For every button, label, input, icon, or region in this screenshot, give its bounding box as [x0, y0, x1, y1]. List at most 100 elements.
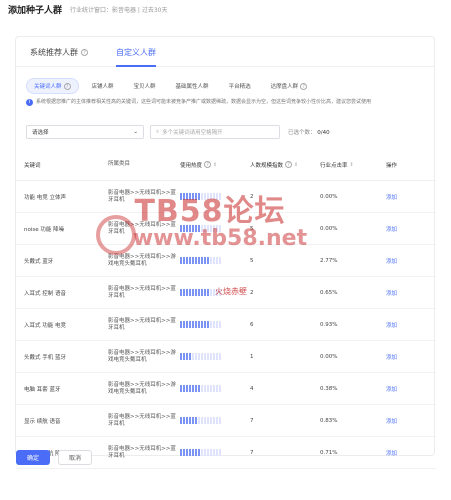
heat-bar-segment	[210, 353, 212, 360]
heat-bar-segment	[189, 321, 191, 328]
row-share: 0.65%	[320, 289, 338, 296]
dialog-header: 添加种子人群 行业统计窗口：影音电器 | 过去30天	[0, 0, 451, 18]
cancel-button[interactable]: 取消	[58, 449, 92, 465]
tab-label: 系统推荐人群	[30, 48, 78, 57]
row-size: 1	[250, 353, 254, 360]
heat-bar-segment	[213, 417, 215, 424]
add-button[interactable]: 添加	[382, 353, 422, 361]
subtab-platform[interactable]: 平台精选	[222, 78, 258, 94]
chevron-down-icon: ⌄	[133, 129, 138, 135]
watermark-url: www.tb58.net	[132, 226, 308, 251]
add-button[interactable]: 添加	[382, 289, 422, 297]
subtab-shop[interactable]: 店铺人群	[85, 78, 121, 94]
heat-bar-segment	[210, 289, 212, 296]
table-header: 关键词 所属类目 使用热度? ⇕ 人数规模指数? ⇕ 行业点击率 ⇕ 操作	[16, 149, 436, 181]
heat-bar-segment	[216, 257, 218, 264]
dialog-footer: 确定 取消	[0, 446, 451, 468]
notice-text: 系统根据您推广的主体推荐相关性高的关键词，这些词可能未被竞争产推广或数据稀疏，数…	[36, 99, 372, 105]
subtab-item[interactable]: 宝贝人群	[127, 78, 163, 94]
subtab-label: 关键词人群	[34, 84, 62, 90]
row-size: 2	[250, 289, 254, 296]
watermark-author: 火烧赤壁	[215, 287, 247, 296]
heat-bar-segment	[180, 289, 182, 296]
heat-bar-segment	[198, 257, 200, 264]
row-share: 0.00%	[320, 353, 338, 360]
add-button[interactable]: 添加	[382, 321, 422, 329]
add-button[interactable]: 添加	[382, 385, 422, 393]
heat-bar-segment	[192, 385, 194, 392]
heat-bar-segment	[180, 257, 182, 264]
heat-bar-segment	[201, 353, 203, 360]
add-button[interactable]: 添加	[382, 225, 422, 233]
sort-icon[interactable]: ⇕	[213, 162, 217, 168]
help-icon[interactable]: ?	[285, 161, 293, 168]
help-icon[interactable]: ?	[300, 82, 308, 90]
table-row: 头戴式 手机 蓝牙 影音电器>>无线耳机>>游戏电竞头戴耳机 1 0.00% 添加	[16, 341, 436, 373]
category-select[interactable]: 请选择 ⌄	[26, 125, 144, 139]
subtab-label: 基础属性人群	[175, 84, 209, 90]
heat-bar-segment	[201, 321, 203, 328]
col-size[interactable]: 人数规模指数? ⇕	[248, 161, 320, 169]
tab-recommended[interactable]: 系统推荐人群 ?	[30, 47, 88, 66]
heat-bar-segment	[183, 353, 185, 360]
add-button[interactable]: 添加	[382, 257, 422, 265]
confirm-button[interactable]: 确定	[16, 449, 50, 465]
heat-bar-segment	[195, 289, 197, 296]
subtab-basic-attr[interactable]: 基础属性人群	[169, 78, 216, 94]
add-button[interactable]: 添加	[382, 193, 422, 201]
heat-bar-segment	[186, 289, 188, 296]
heat-bar-segment	[183, 385, 185, 392]
col-heat[interactable]: 使用热度? ⇕	[180, 161, 248, 169]
dialog-title: 添加种子人群	[8, 5, 63, 16]
keyword-search-input[interactable]: ⌕ 多个关键词请用空格隔开	[150, 125, 280, 139]
sort-icon[interactable]: ⇕	[350, 162, 354, 168]
heat-bar-segment	[180, 321, 182, 328]
heat-bar-segment	[195, 353, 197, 360]
col-heat-label: 使用热度	[180, 162, 203, 169]
subtab-label: 宝贝人群	[133, 84, 156, 90]
heat-bar-segment	[213, 353, 215, 360]
heat-bar-segment	[219, 353, 221, 360]
help-icon[interactable]: ?	[204, 161, 212, 168]
heat-bar-segment	[207, 385, 209, 392]
watermark-title: TB58论坛	[134, 194, 286, 229]
col-category: 所属类目	[108, 161, 131, 167]
tab-label: 自定义人群	[116, 48, 156, 57]
heat-bar-segment	[180, 417, 182, 424]
heat-bars	[180, 353, 248, 360]
heat-bar-segment	[216, 353, 218, 360]
row-keyword: 头戴式 蓝牙	[24, 258, 54, 265]
heat-bar-segment	[219, 257, 221, 264]
heat-bar-segment	[198, 385, 200, 392]
heat-bar-segment	[192, 417, 194, 424]
tab-custom[interactable]: 自定义人群	[116, 47, 156, 67]
dialog-subtitle: 行业统计窗口：影音电器 | 过去30天	[70, 6, 168, 14]
sort-icon[interactable]: ⇕	[294, 162, 298, 168]
add-button[interactable]: 添加	[382, 417, 422, 425]
heat-meter	[180, 321, 248, 328]
heat-bar-segment	[198, 417, 200, 424]
row-share: 0.93%	[320, 321, 338, 328]
heat-bar-segment	[204, 289, 206, 296]
row-keyword: 显示 续航 语音	[24, 418, 61, 425]
heat-bars	[180, 385, 248, 392]
col-share[interactable]: 行业点击率 ⇕	[320, 161, 382, 169]
heat-bar-segment	[201, 417, 203, 424]
heat-bar-segment	[186, 257, 188, 264]
subtab-label: 店铺人群	[91, 84, 114, 90]
heat-bar-segment	[192, 289, 194, 296]
heat-bar-segment	[204, 353, 206, 360]
heat-bar-segment	[183, 417, 185, 424]
row-category: 影音电器>>无线耳机>>游戏电竞头戴耳机	[108, 253, 176, 267]
help-icon[interactable]: ?	[81, 49, 88, 56]
subtab-label: 平台精选	[228, 84, 251, 90]
help-icon[interactable]: ?	[63, 82, 71, 90]
heat-meter	[180, 385, 248, 392]
heat-meter	[180, 257, 248, 264]
row-category: 影音电器>>无线耳机>>蓝牙耳机	[108, 285, 176, 299]
subtab-dmp[interactable]: 达摩盘人群?	[264, 78, 315, 94]
heat-meter	[180, 417, 248, 424]
row-keyword: 入耳式 功能 电竞	[24, 322, 66, 329]
subtab-keyword[interactable]: 关键词人群?	[26, 78, 79, 94]
row-share: 0.83%	[320, 417, 338, 424]
